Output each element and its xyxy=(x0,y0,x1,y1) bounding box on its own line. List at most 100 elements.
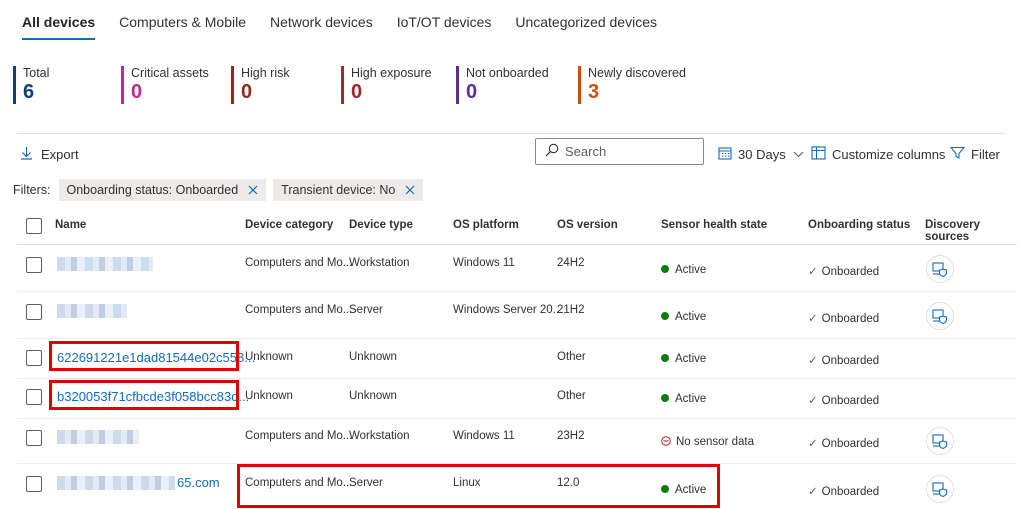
discovery-source-icon[interactable] xyxy=(926,255,954,283)
column-header-name[interactable]: Name xyxy=(55,219,86,231)
onboarding-label: Onboarded xyxy=(821,395,880,407)
discovery-source-icon[interactable] xyxy=(926,302,954,330)
highlight-box xyxy=(237,464,720,508)
sensor-health-state: Active xyxy=(661,393,706,405)
filter-label: Filter xyxy=(971,147,1000,162)
filter-button[interactable]: Filter xyxy=(949,146,1000,163)
column-header-os-platform[interactable]: OS platform xyxy=(453,219,519,231)
health-label: No sensor data xyxy=(676,436,754,448)
checkmark-icon: ✓ xyxy=(808,438,818,450)
column-header-device-category[interactable]: Device category xyxy=(245,219,333,231)
checkmark-icon: ✓ xyxy=(808,486,818,498)
download-icon xyxy=(20,146,41,163)
device-category: Unknown xyxy=(245,351,293,363)
stat-label: High exposure xyxy=(351,66,432,80)
active-status-icon xyxy=(661,265,669,273)
os-platform: Windows 11 xyxy=(453,430,515,442)
close-icon[interactable] xyxy=(248,185,258,195)
active-status-icon xyxy=(661,312,669,320)
highlight-box xyxy=(49,341,239,371)
row-checkbox[interactable] xyxy=(26,389,42,405)
stat-high-exposure[interactable]: High exposure 0 xyxy=(341,66,432,104)
redacted-device-name[interactable] xyxy=(57,476,175,490)
onboarding-status: ✓ Onboarded xyxy=(808,264,879,278)
onboarding-status: ✓ Onboarded xyxy=(808,484,879,498)
health-label: Active xyxy=(675,353,707,365)
device-type: Unknown xyxy=(349,351,397,363)
onboarding-status: ✓ Onboarded xyxy=(808,311,879,325)
tab-computers-mobile[interactable]: Computers & Mobile xyxy=(119,12,246,40)
tab-network-devices[interactable]: Network devices xyxy=(270,12,373,40)
column-header-sensor-health[interactable]: Sensor health state xyxy=(661,219,767,231)
checkmark-icon: ✓ xyxy=(808,355,818,367)
active-status-icon xyxy=(661,394,669,402)
filter-chip-label: Transient device: No xyxy=(281,183,396,197)
stat-label: High risk xyxy=(241,66,290,80)
date-range-label: 30 Days xyxy=(738,147,786,162)
redacted-device-name[interactable] xyxy=(57,430,139,444)
active-filters: Filters: Onboarding status: Onboarded Tr… xyxy=(13,179,430,201)
summary-stats: Total 6 Critical assets 0 High risk 0 Hi… xyxy=(13,66,1013,106)
active-status-icon xyxy=(661,354,669,362)
onboarding-status: ✓ Onboarded xyxy=(808,353,879,367)
table-row[interactable]: Computers and Mo... Server Windows Serve… xyxy=(17,292,1017,339)
row-checkbox[interactable] xyxy=(26,304,42,320)
stat-value: 3 xyxy=(588,81,600,103)
os-version: 23H2 xyxy=(557,430,585,442)
tab-uncategorized-devices[interactable]: Uncategorized devices xyxy=(515,12,657,40)
device-type: Workstation xyxy=(349,257,410,269)
health-label: Active xyxy=(675,311,707,323)
sensor-health-state: Active xyxy=(661,311,706,323)
os-platform: Windows 11 xyxy=(453,257,515,269)
onboarding-label: Onboarded xyxy=(821,438,880,450)
column-header-os-version[interactable]: OS version xyxy=(557,219,618,231)
onboarding-label: Onboarded xyxy=(821,266,880,278)
tab-iot-ot-devices[interactable]: IoT/OT devices xyxy=(397,12,492,40)
device-type: Unknown xyxy=(349,390,397,402)
stat-high-risk[interactable]: High risk 0 xyxy=(231,66,290,104)
column-header-onboarding-status[interactable]: Onboarding status xyxy=(808,219,910,231)
row-checkbox[interactable] xyxy=(26,350,42,366)
health-label: Active xyxy=(675,393,707,405)
search-input[interactable]: Search xyxy=(535,138,704,165)
device-category: Computers and Mo... xyxy=(245,257,353,269)
stat-value: 0 xyxy=(241,81,253,103)
os-version: Other xyxy=(557,351,586,363)
tab-all-devices[interactable]: All devices xyxy=(22,12,96,40)
highlight-box xyxy=(49,380,239,410)
close-icon[interactable] xyxy=(405,185,415,195)
device-category: Computers and Mo... xyxy=(245,430,353,442)
stat-total[interactable]: Total 6 xyxy=(13,66,49,104)
export-button[interactable]: Export xyxy=(20,146,79,163)
device-name-link[interactable]: 65.com xyxy=(177,475,220,490)
table-row[interactable]: Computers and Mo... Workstation Windows … xyxy=(17,245,1017,292)
os-platform: Windows Server 20... xyxy=(453,304,563,316)
row-checkbox[interactable] xyxy=(26,257,42,273)
onboarding-status: ✓ Onboarded xyxy=(808,393,879,407)
redacted-device-name[interactable] xyxy=(57,304,127,318)
chevron-down-icon xyxy=(793,151,810,158)
customize-columns-button[interactable]: Customize columns xyxy=(811,146,945,163)
row-checkbox[interactable] xyxy=(26,430,42,446)
table-header: Name Device category Device type OS plat… xyxy=(17,207,1017,245)
stat-not-onboarded[interactable]: Not onboarded 0 xyxy=(456,66,549,104)
onboarding-status: ✓ Onboarded xyxy=(808,436,879,450)
stat-critical-assets[interactable]: Critical assets 0 xyxy=(121,66,209,104)
select-all-checkbox[interactable] xyxy=(26,218,42,234)
column-header-discovery-sources[interactable]: Discovery sources xyxy=(925,219,1017,243)
os-version: Other xyxy=(557,390,586,402)
stat-newly-discovered[interactable]: Newly discovered 3 xyxy=(578,66,686,104)
date-range-dropdown[interactable]: 30 Days xyxy=(718,146,810,163)
discovery-source-icon[interactable] xyxy=(926,475,954,503)
device-category: Unknown xyxy=(245,390,293,402)
redacted-device-name[interactable] xyxy=(57,257,153,271)
row-checkbox[interactable] xyxy=(26,476,42,492)
divider xyxy=(17,133,1005,134)
stat-value: 6 xyxy=(23,81,35,103)
discovery-source-icon[interactable] xyxy=(926,427,954,455)
device-category: Computers and Mo... xyxy=(245,304,353,316)
table-row[interactable]: Computers and Mo... Workstation Windows … xyxy=(17,419,1017,464)
filter-chip-label: Onboarding status: Onboarded xyxy=(66,183,239,197)
sensor-health-state: No sensor data xyxy=(661,436,754,448)
column-header-device-type[interactable]: Device type xyxy=(349,219,413,231)
